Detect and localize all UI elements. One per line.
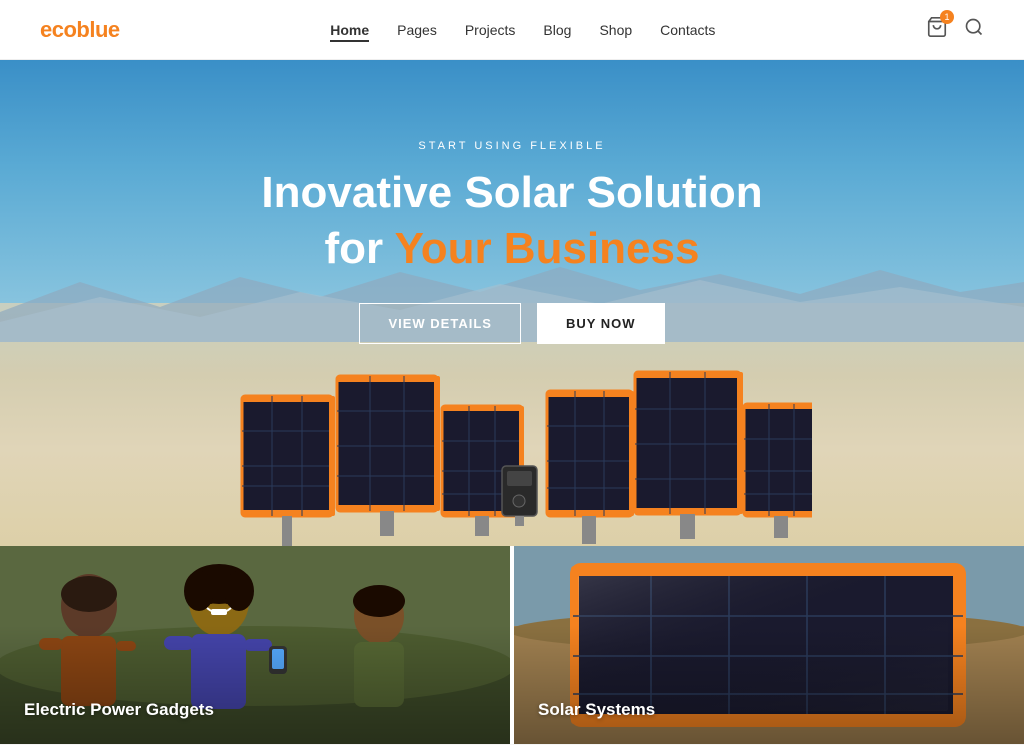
hero-title-line1: Inovative Solar Solution: [0, 168, 1024, 219]
nav-blog[interactable]: Blog: [543, 22, 571, 38]
logo-part1: eco: [40, 17, 76, 42]
logo[interactable]: ecoblue: [40, 17, 120, 43]
solar-panels-illustration: [212, 346, 812, 546]
hero-subtitle: START USING FLEXIBLE: [0, 140, 1024, 152]
nav-pages[interactable]: Pages: [397, 22, 437, 38]
view-details-button[interactable]: VIEW DETAILS: [359, 303, 520, 344]
hero-buttons: VIEW DETAILS BUY NOW: [0, 303, 1024, 344]
nav-home[interactable]: Home: [330, 22, 369, 38]
header: ecoblue Home Pages Projects Blog Shop Co…: [0, 0, 1024, 60]
nav-contacts[interactable]: Contacts: [660, 22, 715, 38]
card-electric-label: Electric Power Gadgets: [24, 700, 214, 720]
hero-section: START USING FLEXIBLE Inovative Solar Sol…: [0, 60, 1024, 546]
card-solar-label: Solar Systems: [538, 700, 655, 720]
card-electric-gadgets[interactable]: Electric Power Gadgets: [0, 546, 510, 744]
logo-part2: blue: [76, 17, 119, 42]
nav-shop[interactable]: Shop: [599, 22, 632, 38]
hero-title-for: for: [325, 224, 384, 273]
cart-badge: 1: [940, 10, 954, 24]
search-icon[interactable]: [964, 17, 984, 42]
bottom-cards: Electric Power Gadgets: [0, 546, 1024, 744]
main-nav: Home Pages Projects Blog Shop Contacts: [330, 22, 715, 38]
hero-title-your-business: Your Business: [395, 224, 700, 273]
cart-icon[interactable]: 1: [926, 16, 948, 43]
hero-content: START USING FLEXIBLE Inovative Solar Sol…: [0, 60, 1024, 344]
nav-projects[interactable]: Projects: [465, 22, 516, 38]
hero-title-line2: for Your Business: [0, 223, 1024, 276]
buy-now-button[interactable]: BUY NOW: [537, 303, 665, 344]
nav-icons: 1: [926, 16, 984, 43]
card-solar-systems[interactable]: Solar Systems: [514, 546, 1024, 744]
